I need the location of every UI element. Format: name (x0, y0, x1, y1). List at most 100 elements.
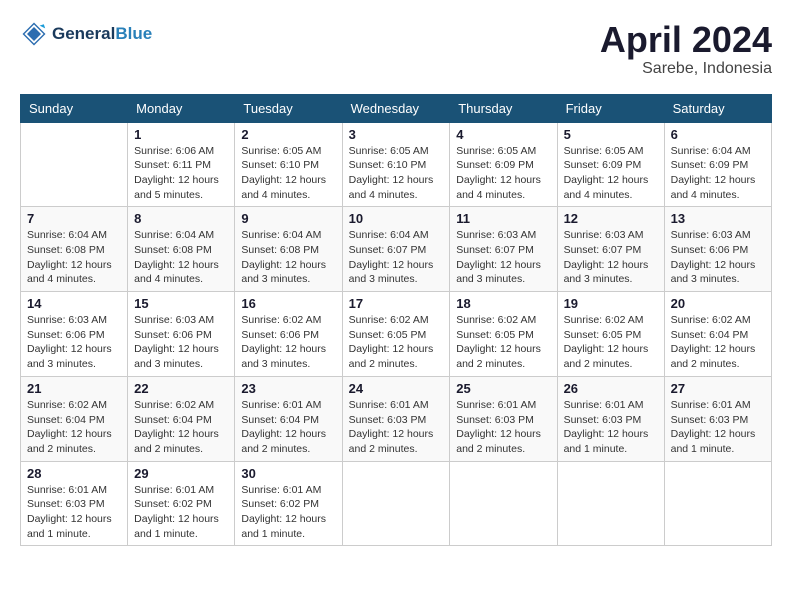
day-info: Sunrise: 6:03 AMSunset: 6:07 PMDaylight:… (564, 228, 658, 287)
day-info: Sunrise: 6:04 AMSunset: 6:08 PMDaylight:… (134, 228, 228, 287)
calendar-cell: 24 Sunrise: 6:01 AMSunset: 6:03 PMDayligh… (342, 376, 450, 461)
day-number: 3 (349, 127, 444, 142)
day-number: 5 (564, 127, 658, 142)
calendar-cell: 17Sunrise: 6:02 AMSunset: 6:05 PMDayligh… (342, 292, 450, 377)
calendar-cell: 18 Sunrise: 6:02 AMSunset: 6:05 PMDayligh… (450, 292, 557, 377)
weekday-header-tuesday: Tuesday (235, 94, 342, 122)
calendar-cell: 22 Sunrise: 6:02 AMSunset: 6:04 PMDayligh… (128, 376, 235, 461)
day-number: 1 (134, 127, 228, 142)
calendar-cell: 3 Sunrise: 6:05 AMSunset: 6:10 PMDaylight… (342, 122, 450, 207)
day-number: 7 (27, 211, 121, 226)
day-number: 12 (564, 211, 658, 226)
calendar-cell: 11 Sunrise: 6:03 AMSunset: 6:07 PMDayligh… (450, 207, 557, 292)
day-info: Sunrise: 6:05 AMSunset: 6:10 PMDaylight:… (241, 144, 335, 203)
day-info: Sunrise: 6:04 AMSunset: 6:07 PMDaylight:… (349, 228, 444, 287)
day-info: Sunrise: 6:02 AMSunset: 6:04 PMDaylight:… (134, 398, 228, 457)
logo-text: GeneralBlue (52, 24, 152, 44)
calendar-cell: 4Sunrise: 6:05 AMSunset: 6:09 PMDaylight… (450, 122, 557, 207)
calendar-cell: 8 Sunrise: 6:04 AMSunset: 6:08 PMDaylight… (128, 207, 235, 292)
day-number: 13 (671, 211, 765, 226)
day-number: 4 (456, 127, 550, 142)
calendar-header-row: SundayMondayTuesdayWednesdayThursdayFrid… (21, 94, 772, 122)
calendar-cell (21, 122, 128, 207)
calendar-cell: 25 Sunrise: 6:01 AMSunset: 6:03 PMDayligh… (450, 376, 557, 461)
day-info: Sunrise: 6:01 AMSunset: 6:03 PMDaylight:… (671, 398, 765, 457)
location-subtitle: Sarebe, Indonesia (600, 60, 772, 78)
day-number: 28 (27, 466, 121, 481)
weekday-header-sunday: Sunday (21, 94, 128, 122)
day-number: 24 (349, 381, 444, 396)
calendar-cell: 19Sunrise: 6:02 AMSunset: 6:05 PMDayligh… (557, 292, 664, 377)
weekday-header-friday: Friday (557, 94, 664, 122)
day-number: 22 (134, 381, 228, 396)
day-info: Sunrise: 6:03 AMSunset: 6:06 PMDaylight:… (671, 228, 765, 287)
day-number: 2 (241, 127, 335, 142)
day-info: Sunrise: 6:05 AMSunset: 6:09 PMDaylight:… (564, 144, 658, 203)
day-number: 11 (456, 211, 550, 226)
day-number: 30 (241, 466, 335, 481)
weekday-header-saturday: Saturday (664, 94, 771, 122)
calendar-cell: 5 Sunrise: 6:05 AMSunset: 6:09 PMDaylight… (557, 122, 664, 207)
day-info: Sunrise: 6:05 AMSunset: 6:10 PMDaylight:… (349, 144, 444, 203)
calendar-cell: 14 Sunrise: 6:03 AMSunset: 6:06 PMDayligh… (21, 292, 128, 377)
calendar-cell: 6Sunrise: 6:04 AMSunset: 6:09 PMDaylight… (664, 122, 771, 207)
day-info: Sunrise: 6:02 AMSunset: 6:06 PMDaylight:… (241, 313, 335, 372)
day-number: 23 (241, 381, 335, 396)
calendar-cell: 2 Sunrise: 6:05 AMSunset: 6:10 PMDaylight… (235, 122, 342, 207)
weekday-header-wednesday: Wednesday (342, 94, 450, 122)
day-info: Sunrise: 6:01 AMSunset: 6:03 PMDaylight:… (349, 398, 444, 457)
calendar-week-1: 1 Sunrise: 6:06 AMSunset: 6:11 PMDaylight… (21, 122, 772, 207)
calendar-cell: 7 Sunrise: 6:04 AMSunset: 6:08 PMDaylight… (21, 207, 128, 292)
day-info: Sunrise: 6:04 AMSunset: 6:09 PMDaylight:… (671, 144, 765, 203)
day-number: 21 (27, 381, 121, 396)
calendar-cell: 13 Sunrise: 6:03 AMSunset: 6:06 PMDayligh… (664, 207, 771, 292)
title-block: April 2024 Sarebe, Indonesia (600, 20, 772, 78)
day-number: 16 (241, 296, 335, 311)
day-number: 20 (671, 296, 765, 311)
day-number: 26 (564, 381, 658, 396)
day-info: Sunrise: 6:01 AMSunset: 6:03 PMDaylight:… (564, 398, 658, 457)
day-info: Sunrise: 6:03 AMSunset: 6:07 PMDaylight:… (456, 228, 550, 287)
day-info: Sunrise: 6:03 AMSunset: 6:06 PMDaylight:… (134, 313, 228, 372)
day-number: 18 (456, 296, 550, 311)
day-number: 19 (564, 296, 658, 311)
calendar-cell (664, 461, 771, 546)
day-info: Sunrise: 6:04 AMSunset: 6:08 PMDaylight:… (241, 228, 335, 287)
calendar-cell: 9Sunrise: 6:04 AMSunset: 6:08 PMDaylight… (235, 207, 342, 292)
calendar-cell: 26 Sunrise: 6:01 AMSunset: 6:03 PMDayligh… (557, 376, 664, 461)
calendar-cell: 10Sunrise: 6:04 AMSunset: 6:07 PMDayligh… (342, 207, 450, 292)
day-info: Sunrise: 6:04 AMSunset: 6:08 PMDaylight:… (27, 228, 121, 287)
day-number: 8 (134, 211, 228, 226)
calendar-cell: 20 Sunrise: 6:02 AMSunset: 6:04 PMDayligh… (664, 292, 771, 377)
weekday-header-monday: Monday (128, 94, 235, 122)
calendar-cell: 16 Sunrise: 6:02 AMSunset: 6:06 PMDayligh… (235, 292, 342, 377)
calendar-cell (450, 461, 557, 546)
calendar-cell: 23Sunrise: 6:01 AMSunset: 6:04 PMDayligh… (235, 376, 342, 461)
calendar-cell: 28 Sunrise: 6:01 AMSunset: 6:03 PMDayligh… (21, 461, 128, 546)
page-header: GeneralBlue April 2024 Sarebe, Indonesia (20, 20, 772, 78)
day-number: 25 (456, 381, 550, 396)
day-info: Sunrise: 6:02 AMSunset: 6:04 PMDaylight:… (27, 398, 121, 457)
calendar-cell: 15 Sunrise: 6:03 AMSunset: 6:06 PMDayligh… (128, 292, 235, 377)
day-number: 15 (134, 296, 228, 311)
day-info: Sunrise: 6:01 AMSunset: 6:02 PMDaylight:… (241, 483, 335, 542)
day-info: Sunrise: 6:06 AMSunset: 6:11 PMDaylight:… (134, 144, 228, 203)
calendar-week-5: 28 Sunrise: 6:01 AMSunset: 6:03 PMDayligh… (21, 461, 772, 546)
logo: GeneralBlue (20, 20, 152, 48)
day-info: Sunrise: 6:01 AMSunset: 6:02 PMDaylight:… (134, 483, 228, 542)
calendar-cell: 21 Sunrise: 6:02 AMSunset: 6:04 PMDayligh… (21, 376, 128, 461)
day-info: Sunrise: 6:02 AMSunset: 6:05 PMDaylight:… (456, 313, 550, 372)
day-info: Sunrise: 6:03 AMSunset: 6:06 PMDaylight:… (27, 313, 121, 372)
day-number: 17 (349, 296, 444, 311)
day-info: Sunrise: 6:01 AMSunset: 6:03 PMDaylight:… (456, 398, 550, 457)
calendar-cell (342, 461, 450, 546)
calendar-cell: 27 Sunrise: 6:01 AMSunset: 6:03 PMDayligh… (664, 376, 771, 461)
calendar-cell: 12 Sunrise: 6:03 AMSunset: 6:07 PMDayligh… (557, 207, 664, 292)
calendar-cell: 29Sunrise: 6:01 AMSunset: 6:02 PMDayligh… (128, 461, 235, 546)
day-info: Sunrise: 6:02 AMSunset: 6:04 PMDaylight:… (671, 313, 765, 372)
day-info: Sunrise: 6:01 AMSunset: 6:03 PMDaylight:… (27, 483, 121, 542)
day-number: 27 (671, 381, 765, 396)
weekday-header-thursday: Thursday (450, 94, 557, 122)
day-number: 14 (27, 296, 121, 311)
month-title: April 2024 (600, 20, 772, 60)
